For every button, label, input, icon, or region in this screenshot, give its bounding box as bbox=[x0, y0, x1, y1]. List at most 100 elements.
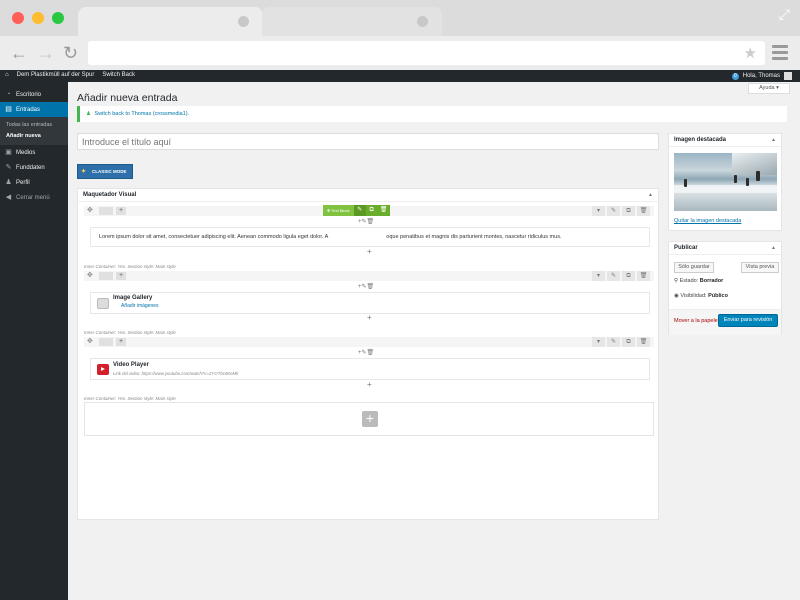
visibility-line: ◉ Visibilidad: Público bbox=[674, 293, 728, 299]
add-images-link[interactable]: Añadir imágenes bbox=[121, 303, 159, 309]
row-delete-icon[interactable]: 🗑 bbox=[637, 337, 650, 347]
column-layout-button[interactable] bbox=[99, 272, 113, 280]
featured-image-header[interactable]: Imagen destacada ▲ bbox=[669, 134, 781, 147]
site-name-link[interactable]: Dem Plastikmüll auf der Spur bbox=[17, 72, 95, 78]
key-icon: ⚲ bbox=[674, 278, 679, 284]
row-options-icon[interactable]: ▾ bbox=[592, 271, 605, 281]
browser-tab-active[interactable] bbox=[78, 7, 263, 37]
classic-mode-label: CLASSIC MODE bbox=[92, 169, 127, 174]
page-title: Añadir nueva entrada bbox=[77, 92, 178, 104]
sidebar-item-funddaten[interactable]: ✎ Funddaten bbox=[0, 160, 68, 175]
duplicate-module-icon[interactable]: ⧉ bbox=[365, 205, 378, 216]
video-link-text: Link del video: https://www.youtube.com/… bbox=[113, 371, 239, 376]
move-handle-icon[interactable]: ✥ bbox=[87, 271, 93, 281]
back-arrow-icon[interactable]: ← bbox=[10, 43, 28, 63]
empty-row: + bbox=[84, 402, 654, 436]
add-column-button[interactable]: + bbox=[116, 272, 126, 280]
text-module[interactable]: Lorem ipsum dolor sit amet, consectetuer… bbox=[90, 227, 650, 247]
video-module[interactable]: Video Player Link del video: https://www… bbox=[90, 358, 650, 380]
add-column-button[interactable]: + bbox=[116, 207, 126, 215]
delete-module-icon[interactable]: 🗑 bbox=[377, 205, 390, 216]
minimize-window-button[interactable] bbox=[32, 12, 44, 24]
address-bar[interactable]: ★ bbox=[88, 41, 765, 65]
tab-close-icon[interactable] bbox=[238, 16, 249, 27]
builder-title: Maquetador Visual bbox=[83, 192, 137, 198]
remove-featured-image-link[interactable]: Quitar la imagen destacada bbox=[674, 218, 741, 224]
row-edit-icon[interactable]: ✎ bbox=[607, 206, 620, 216]
sidebar-item-label: Perfil bbox=[16, 179, 30, 186]
module-controls[interactable]: +✎🗑 bbox=[358, 349, 374, 356]
reload-icon[interactable]: ↻ bbox=[63, 43, 78, 63]
row-duplicate-icon[interactable]: ⧉ bbox=[622, 337, 635, 347]
row-options-icon[interactable]: ▾ bbox=[592, 206, 605, 216]
container-note: Inner Container: Yes. Section style: Mai… bbox=[84, 264, 176, 269]
row-toolbar: ✥ + ▾ ✎ ⧉ 🗑 bbox=[84, 337, 654, 347]
media-icon: ▣ bbox=[5, 149, 12, 156]
row-edit-icon[interactable]: ✎ bbox=[607, 337, 620, 347]
row-duplicate-icon[interactable]: ⧉ bbox=[622, 271, 635, 281]
browser-menu-icon[interactable] bbox=[772, 45, 788, 63]
visibility-value: Público bbox=[708, 293, 728, 299]
sidebar-item-escritorio[interactable]: ◔ Escritorio bbox=[0, 87, 68, 102]
row-delete-icon[interactable]: 🗑 bbox=[637, 271, 650, 281]
gallery-module[interactable]: Image Gallery Añadir imágenes bbox=[90, 292, 650, 314]
submit-for-review-button[interactable]: Enviar para revisión bbox=[718, 314, 778, 327]
row-options-icon[interactable]: ▾ bbox=[592, 337, 605, 347]
home-icon[interactable]: ⌂ bbox=[5, 72, 9, 78]
sidebar-collapse-menu[interactable]: ◀ Cerrar menú bbox=[0, 190, 68, 205]
main-content: Ayuda ▾ Añadir nueva entrada ♟ Switch ba… bbox=[68, 82, 800, 600]
text-module-content: Lorem ipsum dolor sit amet, consectetuer… bbox=[91, 228, 649, 246]
browser-tab-new[interactable] bbox=[262, 7, 442, 37]
publish-header[interactable]: Publicar ▲ bbox=[669, 242, 781, 255]
move-handle-icon[interactable]: ✥ bbox=[87, 206, 93, 216]
builder-header[interactable]: Maquetador Visual ▲ bbox=[78, 189, 658, 202]
classic-mode-button[interactable]: ✦ CLASSIC MODE bbox=[77, 164, 133, 179]
collapse-arrow-icon[interactable]: ▲ bbox=[648, 189, 653, 202]
tab-close-icon[interactable] bbox=[417, 16, 428, 27]
add-module-plus[interactable]: + bbox=[367, 313, 372, 322]
status-label: Estado: bbox=[679, 278, 699, 284]
sidebar-item-label: Funddaten bbox=[16, 164, 45, 171]
help-button[interactable]: Ayuda ▾ bbox=[748, 83, 790, 94]
user-greeting[interactable]: Hola, Thomas bbox=[743, 73, 780, 79]
add-module-plus[interactable]: + bbox=[367, 247, 372, 256]
switch-back-notice-link[interactable]: Switch back to Thomas (crossmedia1). bbox=[94, 111, 189, 117]
move-to-trash-link[interactable]: Mover a la papelera bbox=[674, 318, 723, 324]
notification-badge[interactable]: 0 bbox=[731, 72, 739, 80]
save-draft-button[interactable]: Sólo guardar bbox=[674, 262, 714, 273]
featured-image-thumbnail[interactable] bbox=[674, 153, 777, 211]
row-duplicate-icon[interactable]: ⧉ bbox=[622, 206, 635, 216]
forward-arrow-icon[interactable]: → bbox=[37, 43, 55, 63]
submenu-item-add-new[interactable]: Añadir nueva bbox=[6, 131, 68, 142]
bookmark-star-icon[interactable]: ★ bbox=[744, 44, 757, 62]
avatar[interactable] bbox=[784, 72, 792, 80]
maximize-window-button[interactable] bbox=[52, 12, 64, 24]
collapse-arrow-icon[interactable]: ▲ bbox=[771, 134, 776, 147]
row-edit-icon[interactable]: ✎ bbox=[607, 271, 620, 281]
add-column-button[interactable]: + bbox=[116, 338, 126, 346]
move-handle-icon[interactable]: ✥ bbox=[87, 337, 93, 347]
user-icon: ♟ bbox=[5, 179, 12, 186]
status-line: ⚲ Estado: Borrador bbox=[674, 278, 723, 284]
module-controls[interactable]: +✎🗑 bbox=[358, 283, 374, 290]
gallery-title: Image Gallery bbox=[113, 295, 153, 301]
column-layout-button[interactable] bbox=[99, 207, 113, 215]
wp-admin-bar: ⌂ Dem Plastikmüll auf der Spur Switch Ba… bbox=[0, 70, 800, 82]
sidebar-item-entradas[interactable]: ▤ Entradas bbox=[0, 102, 68, 117]
post-title-input[interactable] bbox=[77, 133, 659, 150]
sidebar-item-medios[interactable]: ▣ Medios bbox=[0, 145, 68, 160]
fullscreen-icon[interactable]: ⤢ bbox=[779, 6, 790, 23]
visual-builder: Maquetador Visual ▲ ✥ + ▾ ✎ ⧉ 🗑 +✎🗑 Lore… bbox=[77, 188, 659, 520]
add-module-plus[interactable]: + bbox=[367, 380, 372, 389]
collapse-arrow-icon[interactable]: ▲ bbox=[771, 242, 776, 255]
sidebar-item-perfil[interactable]: ♟ Perfil bbox=[0, 175, 68, 190]
close-window-button[interactable] bbox=[12, 12, 24, 24]
row-delete-icon[interactable]: 🗑 bbox=[637, 206, 650, 216]
module-controls[interactable]: +✎🗑 bbox=[358, 218, 374, 225]
column-layout-button[interactable] bbox=[99, 338, 113, 346]
switch-back-link[interactable]: Switch Back bbox=[102, 72, 135, 78]
submenu-item-all-posts[interactable]: Todas las entradas bbox=[6, 120, 68, 131]
preview-button[interactable]: Vista previa bbox=[741, 262, 779, 273]
add-row-button[interactable]: + bbox=[362, 411, 378, 427]
edit-module-icon[interactable]: ✎ bbox=[353, 205, 366, 216]
